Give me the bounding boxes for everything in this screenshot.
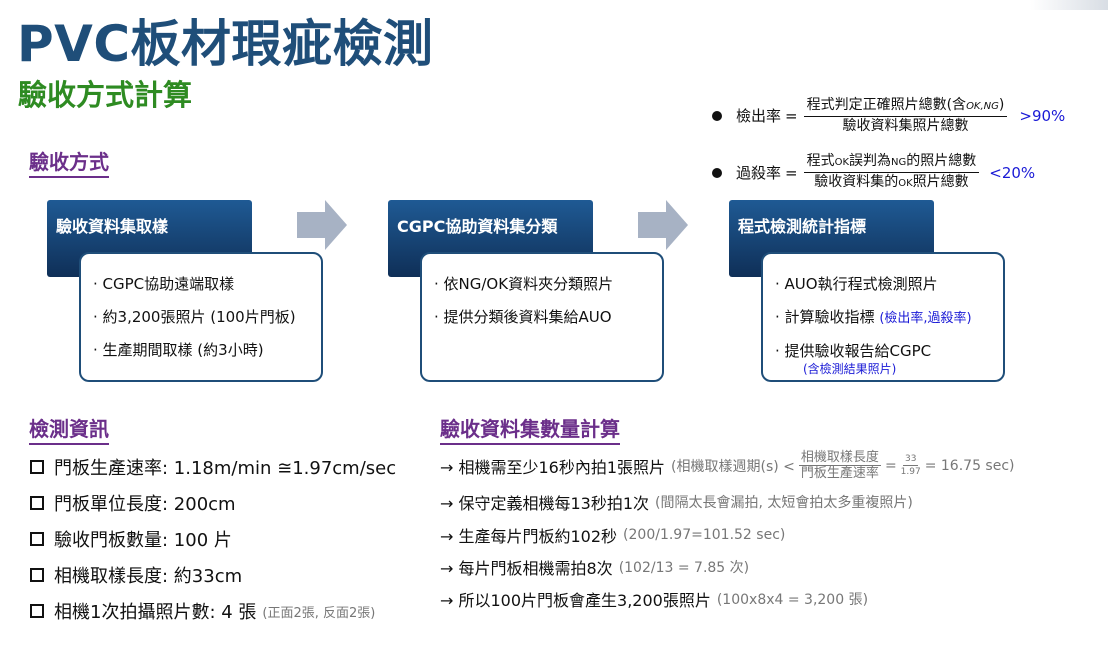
info-item: 相機1次拍攝照片數: 4 張 (正面2張, 反面2張)	[30, 598, 375, 624]
step2-item: · 提供分類後資料集給AUO	[434, 308, 612, 326]
info-heading: 檢測資訊	[29, 413, 109, 445]
bullet-icon	[712, 110, 722, 121]
step3-item: · 提供驗收報告給CGPC	[775, 342, 932, 360]
info-item: 門板單位長度: 200cm	[30, 490, 236, 516]
formula-denominator: 驗收資料集的OK照片總數	[814, 174, 969, 190]
top-right-accent-bar	[1030, 0, 1108, 10]
info-item: 相機取樣長度: 約33cm	[30, 562, 242, 588]
step1-item: · CGPC協助遠端取樣	[93, 275, 235, 293]
calc-item: → 保守定義相機每13秒拍1次 (間隔太長會漏拍, 太短會拍太多重複照片)	[440, 494, 913, 513]
formula-denominator: 驗收資料集照片總數	[842, 118, 969, 134]
info-item-note: (正面2張, 反面2張)	[262, 605, 376, 621]
step2-card: · 依NG/OK資料夾分類照片 · 提供分類後資料集給AUO	[420, 252, 664, 382]
method-heading: 驗收方式	[29, 146, 109, 178]
step2-item: · 依NG/OK資料夾分類照片	[434, 275, 614, 293]
calc-fraction-values: 33 1.97	[900, 454, 921, 477]
arrow-right-icon	[638, 200, 688, 250]
formula-target: <20%	[989, 163, 1036, 182]
arrow-right-icon	[297, 200, 347, 250]
checkbox-square-icon	[30, 568, 44, 582]
formula-fraction: 程式判定正確照片總數(含OK,NG) 驗收資料集照片總數	[803, 96, 1008, 135]
calc-item: → 每片門板相機需拍8次 (102/13 = 7.85 次)	[440, 559, 750, 578]
page-subtitle: 驗收方式計算	[18, 78, 193, 112]
step1-card: · CGPC協助遠端取樣 · 約3,200張照片 (100片門板) · 生產期間…	[79, 252, 323, 382]
checkbox-square-icon	[30, 532, 44, 546]
calc-item: → 生產每片門板約102秒 (200/1.97=101.52 sec)	[440, 527, 786, 546]
calc-fraction: 相機取樣長度 門板生產速率	[798, 450, 881, 481]
checkbox-square-icon	[30, 496, 44, 510]
calc-item: → 相機需至少16秒內拍1張照片 (相機取樣週期(s) < 相機取樣長度 門板生產…	[440, 450, 1015, 481]
bullet-icon	[712, 167, 722, 178]
calc-heading: 驗收資料集數量計算	[440, 413, 620, 445]
formula-label: 過殺率	[736, 164, 782, 182]
formula-numerator: 程式判定正確照片總數(含OK,NG)	[803, 96, 1008, 117]
step3-item: · 計算驗收指標 (檢出率,過殺率)	[775, 308, 972, 326]
calc-item: → 所以100片門板會產生3,200張照片 (100x8x4 = 3,200 張)	[440, 591, 869, 610]
step1-item: · 生產期間取樣 (約3小時)	[93, 341, 264, 359]
formula-detect-rate: 檢出率 = 程式判定正確照片總數(含OK,NG) 驗收資料集照片總數 >90%	[712, 96, 1065, 135]
formula-equals: =	[785, 163, 798, 182]
formula-fraction: 程式OK誤判為NG的照片總數 驗收資料集的OK照片總數	[803, 152, 980, 193]
checkbox-square-icon	[30, 460, 44, 474]
info-item: 驗收門板數量: 100 片	[30, 526, 232, 552]
step3-item: · AUO執行程式檢測照片	[775, 275, 938, 293]
info-item: 門板生產速率: 1.18m/min ≅1.97cm/sec	[30, 454, 396, 480]
step1-item: · 約3,200張照片 (100片門板)	[93, 308, 296, 326]
formula-equals: =	[785, 106, 798, 125]
checkbox-square-icon	[30, 604, 44, 618]
formula-label: 檢出率	[736, 107, 782, 125]
step3-item-note: (檢出率,過殺率)	[879, 311, 972, 326]
step3-card: · AUO執行程式檢測照片 · 計算驗收指標 (檢出率,過殺率) · 提供驗收報…	[761, 252, 1005, 382]
formula-target: >90%	[1019, 106, 1066, 125]
formula-overkill-rate: 過殺率 = 程式OK誤判為NG的照片總數 驗收資料集的OK照片總數 <20%	[712, 152, 1035, 193]
page-title: PVC板材瑕疵檢測	[17, 15, 434, 73]
step3-item-note: (含檢測結果照片)	[803, 362, 897, 376]
formula-numerator: 程式OK誤判為NG的照片總數	[803, 152, 980, 173]
